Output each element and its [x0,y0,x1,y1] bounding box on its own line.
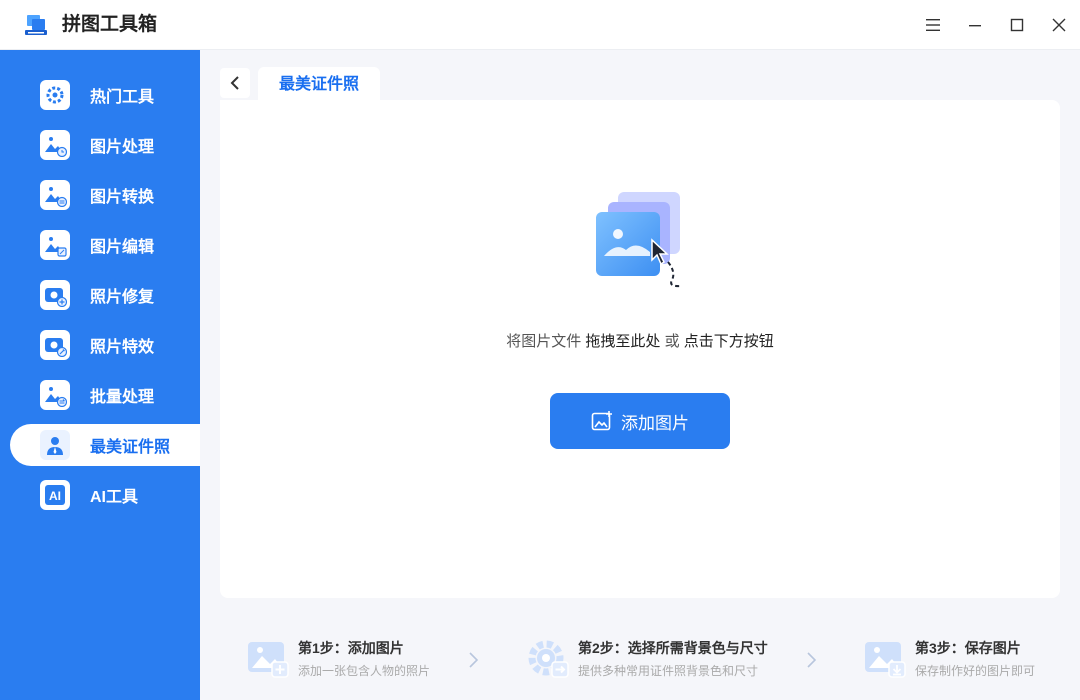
maximize-button[interactable] [1002,10,1032,40]
sidebar-item-label: AI工具 [90,489,139,506]
sidebar-item-label: 批量处理 [90,389,155,406]
minimize-icon [969,25,981,27]
main-content: 最美证件照 将图片文件 拖拽至此处 或 点击下方按钮 添加图片 第1步：添加图片… [200,50,1080,700]
image-add-icon [248,642,289,678]
sidebar-item-label: 照片特效 [90,339,155,356]
sidebar-item-label: 图片转换 [90,189,155,206]
image-clock-icon [40,130,70,160]
gear-icon [40,80,70,110]
sidebar-item-image-convert[interactable]: 图片转换 [10,174,200,216]
ai-icon: AI [40,480,70,510]
sidebar-item-hot-tools[interactable]: 热门工具 [10,74,200,116]
step-title: 第1步：添加图片 [298,640,404,656]
step-title: 第3步：保存图片 [915,640,1021,656]
menu-button[interactable] [918,10,948,40]
step-title: 第2步：选择所需背景色与尺寸 [578,640,768,656]
image-batch-icon [40,380,70,410]
drop-hint-drag: 拖拽至此处 [585,333,661,350]
sidebar-item-photo-effects[interactable]: 照片特效 [10,324,200,366]
app-logo-icon [25,15,47,35]
sidebar-item-label: 图片处理 [90,139,155,156]
settings-icon [528,640,569,678]
drop-hint: 将图片文件 拖拽至此处 或 点击下方按钮 [220,330,1060,351]
add-image-button[interactable]: 添加图片 [550,393,730,449]
hamburger-icon [926,19,940,31]
drop-zone[interactable]: 将图片文件 拖拽至此处 或 点击下方按钮 添加图片 [220,100,1060,598]
app-title: 拼图工具箱 [62,14,158,35]
sidebar-item-label: 热门工具 [90,89,155,106]
maximize-icon [1010,18,1024,32]
close-button[interactable] [1044,10,1074,40]
tab-id-photo[interactable]: 最美证件照 [258,67,380,103]
close-icon [1052,18,1066,32]
step-desc: 添加一张包含人物的照片 [298,664,431,678]
sidebar: 热门工具 图片处理 图片转换 图片编辑 照片修复 照片特效 批量处理 最美证件照… [0,50,200,700]
person-id-icon [40,430,70,460]
drop-hint-or: 或 [660,333,684,350]
drop-hint-text: 将图片文件 [506,333,586,350]
chevron-left-icon [230,76,239,90]
add-image-label: 添加图片 [621,413,689,433]
title-bar: 拼图工具箱 [0,0,1080,50]
sidebar-item-label: 照片修复 [90,289,155,306]
step-desc: 提供多种常用证件照背景色和尺寸 [578,664,759,678]
sidebar-item-ai-tools[interactable]: AI AI工具 [10,474,200,516]
camera-magic-icon [40,330,70,360]
image-edit-icon [40,230,70,260]
sidebar-item-label: 图片编辑 [90,239,155,256]
sidebar-item-photo-repair[interactable]: 照片修复 [10,274,200,316]
chevron-right-icon [807,652,817,668]
chevron-right-icon [469,652,479,668]
sidebar-item-id-photo[interactable]: 最美证件照 [10,424,200,466]
image-convert-icon [40,180,70,210]
drop-hint-click: 点击下方按钮 [683,333,774,350]
svg-text:AI: AI [49,489,61,503]
sidebar-item-image-process[interactable]: 图片处理 [10,124,200,166]
add-image-icon [591,411,612,431]
sidebar-item-batch-process[interactable]: 批量处理 [10,374,200,416]
minimize-button[interactable] [960,10,990,40]
steps-bar: 第1步：添加图片 添加一张包含人物的照片 第2步：选择所需背景色与尺寸 提供多种… [200,620,1080,700]
camera-add-icon [40,280,70,310]
sidebar-item-label: 最美证件照 [90,439,171,456]
step-desc: 保存制作好的图片即可 [915,664,1036,678]
back-button[interactable] [220,68,250,98]
image-save-icon [865,642,906,678]
image-upload-illustration-icon [596,192,683,288]
sidebar-item-image-edit[interactable]: 图片编辑 [10,224,200,266]
